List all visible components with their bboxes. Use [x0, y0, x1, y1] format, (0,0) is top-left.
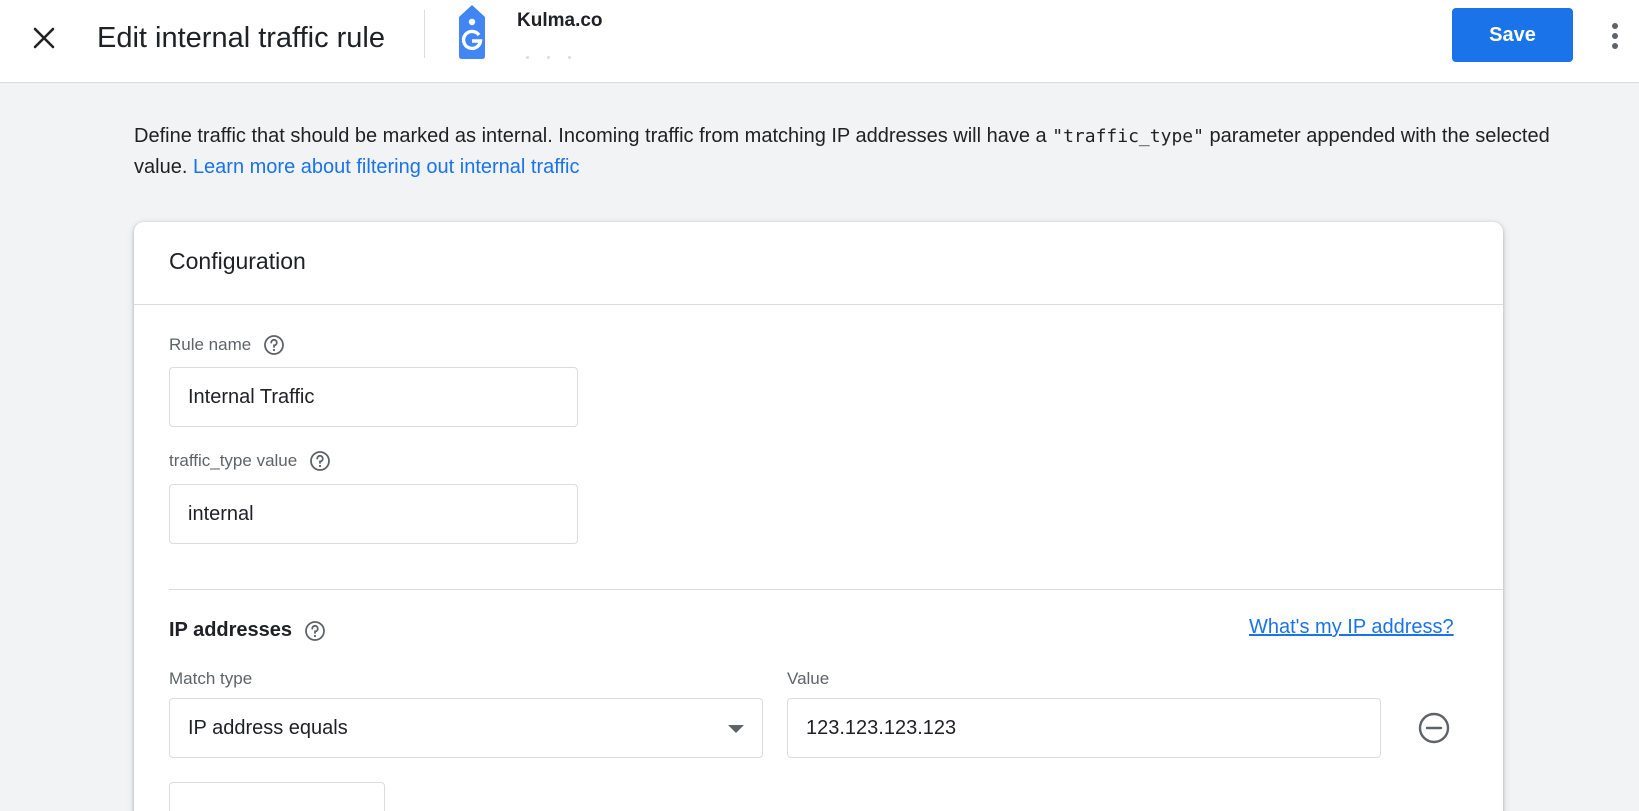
help-icon[interactable]	[304, 620, 326, 642]
help-icon[interactable]	[309, 450, 331, 472]
account-subtitle	[526, 46, 590, 59]
close-button[interactable]	[22, 16, 66, 60]
whats-my-ip-link[interactable]: What's my IP address?	[1249, 616, 1454, 639]
account-name: Kulma.co	[517, 10, 603, 31]
remove-circle-icon	[1418, 712, 1450, 744]
traffic-type-label-text: traffic_type value	[169, 451, 298, 470]
add-condition-button[interactable]: Add condition	[169, 782, 385, 811]
configuration-card: Configuration Rule name traffic_type val…	[134, 222, 1503, 811]
match-type-label: Match type	[169, 669, 253, 688]
intro-text-start: Define traffic that should be marked as …	[134, 125, 1053, 147]
value-label: Value	[787, 669, 830, 688]
more-vert-icon	[1612, 23, 1618, 49]
match-type-select[interactable]: IP address equals	[169, 698, 763, 758]
dropdown-arrow-icon	[728, 725, 744, 733]
top-app-bar: Edit internal traffic rule Kulma.co Save	[0, 0, 1639, 83]
tag-manager-logo	[459, 5, 485, 59]
intro-description: Define traffic that should be marked as …	[134, 121, 1554, 182]
save-button[interactable]: Save	[1452, 8, 1573, 62]
traffic-type-label: traffic_type value	[169, 450, 331, 472]
ip-addresses-title: IP addresses	[169, 619, 293, 641]
ip-addresses-heading: IP addresses	[169, 619, 326, 642]
header-divider	[424, 10, 425, 58]
rule-name-input[interactable]	[169, 367, 578, 427]
page-title: Edit internal traffic rule	[97, 22, 385, 54]
traffic-type-input[interactable]	[169, 484, 578, 544]
rule-name-label: Rule name	[169, 334, 285, 356]
card-divider	[134, 304, 1503, 305]
close-icon	[33, 27, 55, 49]
configuration-title: Configuration	[169, 248, 306, 274]
section-divider	[169, 589, 1503, 590]
match-type-value: IP address equals	[188, 716, 348, 739]
help-icon[interactable]	[263, 334, 285, 356]
remove-condition-button[interactable]	[1416, 710, 1452, 746]
ip-value-input[interactable]	[787, 698, 1381, 758]
learn-more-link[interactable]: Learn more about filtering out internal …	[193, 156, 580, 178]
intro-code: "traffic_type"	[1052, 126, 1204, 147]
rule-name-label-text: Rule name	[169, 335, 252, 354]
more-options-button[interactable]	[1600, 14, 1630, 58]
